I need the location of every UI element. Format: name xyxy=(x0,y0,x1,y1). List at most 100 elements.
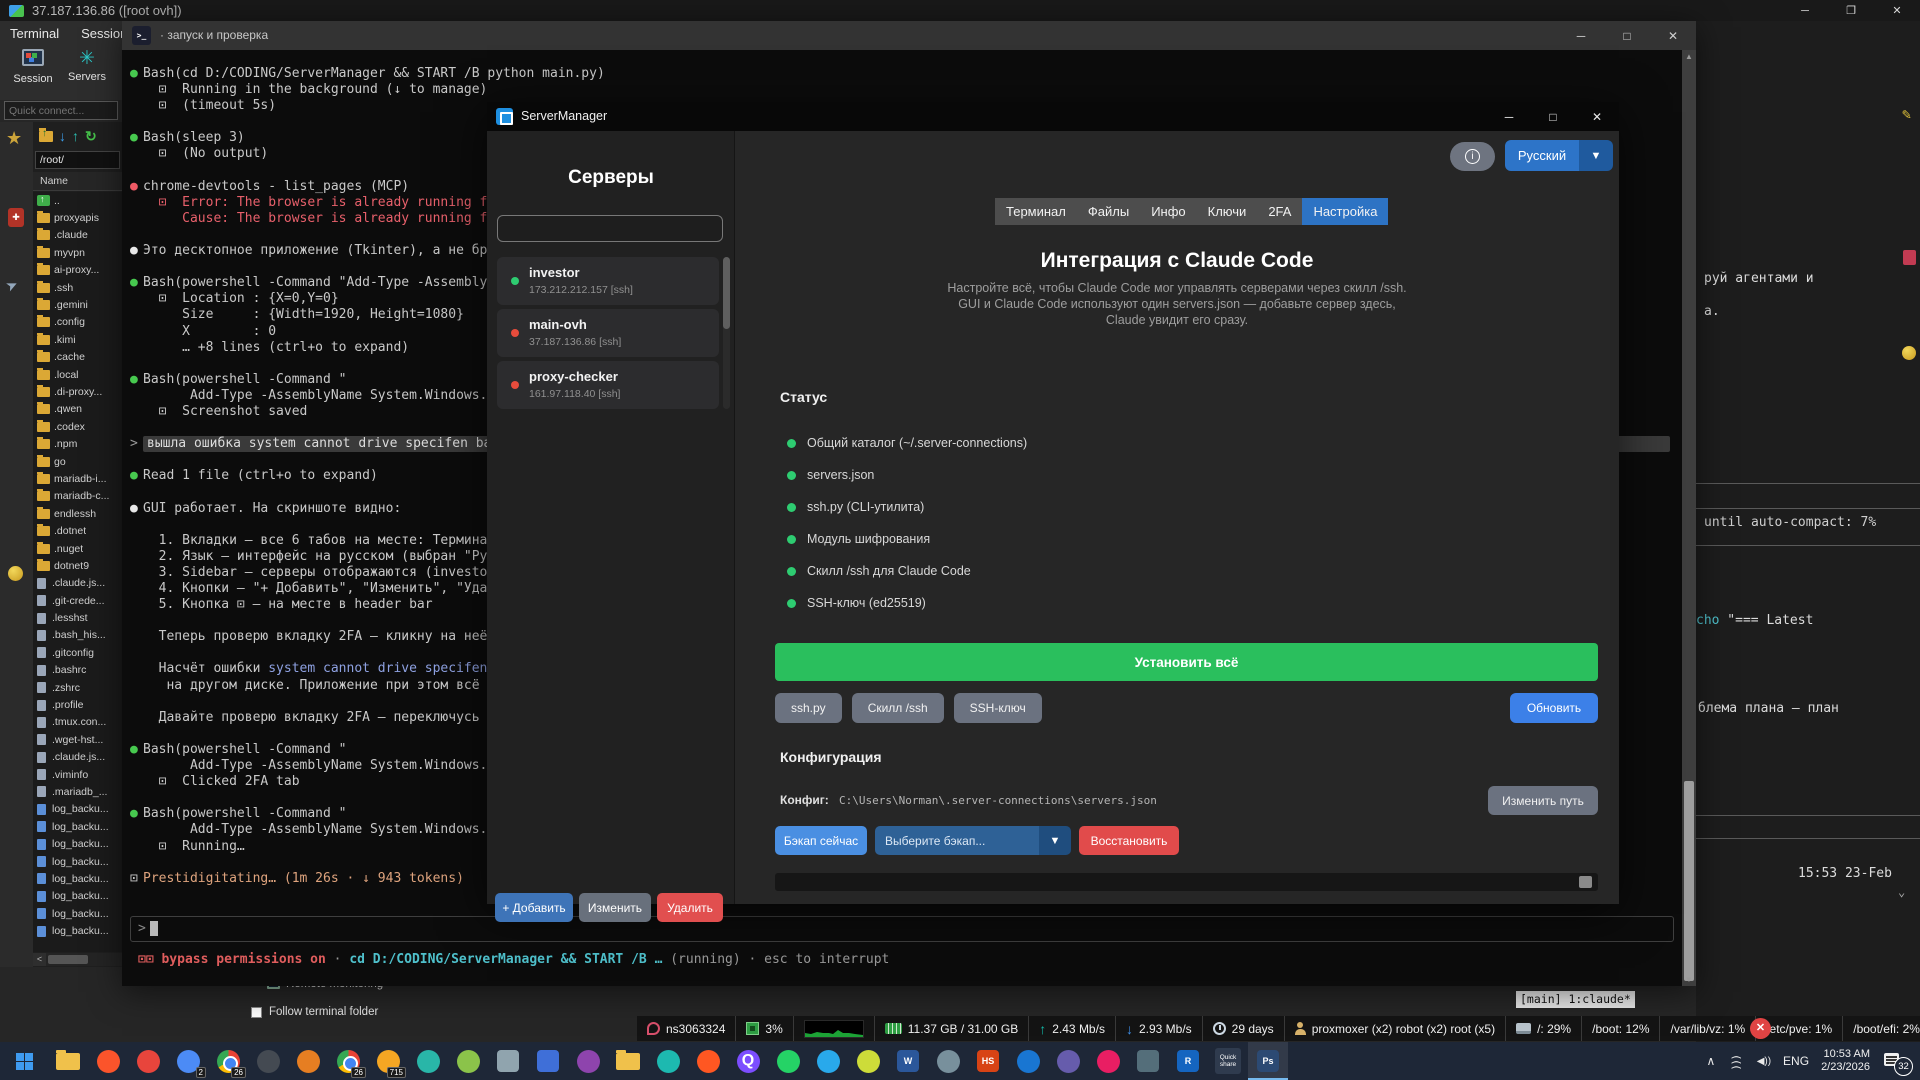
terminal-titlebar[interactable]: >_ · запуск и проверка ─ □ ✕ xyxy=(122,21,1696,50)
file-row[interactable]: .git-crede... xyxy=(33,592,122,609)
upload-icon[interactable]: ↑ xyxy=(72,128,79,144)
tab-терминал[interactable]: Терминал xyxy=(995,198,1077,225)
restore-button[interactable]: Восстановить xyxy=(1079,826,1179,855)
servermanager-titlebar[interactable]: ServerManager ─ □ ✕ xyxy=(487,102,1619,131)
scrollbar-thumb[interactable] xyxy=(1684,781,1694,981)
file-row[interactable]: endlessh xyxy=(33,505,122,522)
file-row[interactable]: .nuget xyxy=(33,540,122,557)
taskbar-app-app-teal-2[interactable] xyxy=(648,1042,688,1080)
servermanager-minimize-button[interactable]: ─ xyxy=(1487,102,1531,131)
file-row[interactable]: .viminfo xyxy=(33,766,122,783)
file-row[interactable]: log_backu... xyxy=(33,870,122,887)
tab-файлы[interactable]: Файлы xyxy=(1077,198,1140,225)
taskbar-app-app-teal[interactable] xyxy=(408,1042,448,1080)
taskbar-app-camera-app[interactable] xyxy=(1128,1042,1168,1080)
delete-server-button[interactable]: Удалить xyxy=(657,893,723,922)
taskbar-app-app-q[interactable]: Q xyxy=(728,1042,768,1080)
taskbar-app-chrome-orange[interactable]: 715 xyxy=(368,1042,408,1080)
file-row[interactable]: .dotnet xyxy=(33,522,122,539)
taskbar-app-viber[interactable] xyxy=(1048,1042,1088,1080)
name-column-header[interactable]: Name xyxy=(33,172,122,191)
taskbar-app-terminal-app[interactable] xyxy=(488,1042,528,1080)
file-row[interactable]: .cache xyxy=(33,349,122,366)
change-path-button[interactable]: Изменить путь xyxy=(1488,786,1598,815)
terminal-minimize-button[interactable]: ─ xyxy=(1558,21,1604,50)
taskbar-app-app-dark[interactable] xyxy=(248,1042,288,1080)
taskbar-app-app-r[interactable]: R xyxy=(1168,1042,1208,1080)
scroll-up-icon[interactable]: ▲ xyxy=(1682,50,1696,63)
terminal-close-button[interactable]: ✕ xyxy=(1650,21,1696,50)
pencil-icon[interactable]: ✎ xyxy=(1902,105,1911,123)
taskbar-app-whatsapp[interactable] xyxy=(768,1042,808,1080)
tab-2fa[interactable]: 2FA xyxy=(1257,198,1302,225)
taskbar-app-file-explorer[interactable] xyxy=(48,1042,88,1080)
file-row[interactable]: log_backu... xyxy=(33,835,122,852)
file-row[interactable]: log_backu... xyxy=(33,922,122,939)
mobaxterm-close-button[interactable]: ✕ xyxy=(1874,0,1920,21)
file-row[interactable]: mariadb-i... xyxy=(33,470,122,487)
folder-up-icon[interactable] xyxy=(39,127,53,142)
tmux-window-indicator[interactable]: [main] 1:claude* xyxy=(1516,991,1635,1008)
file-row[interactable]: log_backu... xyxy=(33,888,122,905)
taskbar-app-vlc[interactable] xyxy=(288,1042,328,1080)
games-ball-icon[interactable] xyxy=(8,566,23,581)
file-row[interactable]: .lesshst xyxy=(33,609,122,626)
file-row[interactable]: .kimi xyxy=(33,331,122,348)
hscroll-thumb[interactable] xyxy=(48,955,88,964)
file-row[interactable]: .zshrc xyxy=(33,679,122,696)
stats-close-icon[interactable]: ✕ xyxy=(1750,1018,1771,1039)
start-button[interactable] xyxy=(0,1042,48,1080)
tab-ключи[interactable]: Ключи xyxy=(1197,198,1258,225)
taskbar-app-app-gray[interactable] xyxy=(928,1042,968,1080)
session-button[interactable]: Session xyxy=(6,49,60,85)
file-row[interactable]: .claude.js... xyxy=(33,575,122,592)
mobaxterm-titlebar[interactable]: 37.187.136.86 ([root ovh]) ─ ❐ ✕ xyxy=(0,0,1920,21)
file-row[interactable]: dotnet9 xyxy=(33,557,122,574)
file-row[interactable]: .codex xyxy=(33,418,122,435)
file-row[interactable]: myvpn xyxy=(33,244,122,261)
macros-icon[interactable]: ➤ xyxy=(3,275,21,295)
notification-center[interactable]: 32 xyxy=(1882,1042,1916,1080)
tab-настройка[interactable]: Настройка xyxy=(1302,198,1389,225)
file-row[interactable]: .local xyxy=(33,366,122,383)
file-row[interactable]: .mariadb_... xyxy=(33,783,122,800)
file-row[interactable]: .wget-hst... xyxy=(33,731,122,748)
mobaxterm-minimize-button[interactable]: ─ xyxy=(1782,0,1828,21)
file-row[interactable]: .bashrc xyxy=(33,662,122,679)
taskbar-app-app-blue-2[interactable] xyxy=(1008,1042,1048,1080)
file-row[interactable]: .gitconfig xyxy=(33,644,122,661)
info-button[interactable]: i xyxy=(1450,142,1495,171)
taskbar-app-brave[interactable] xyxy=(88,1042,128,1080)
taskbar-app-telegram[interactable] xyxy=(808,1042,848,1080)
servermanager-close-button[interactable]: ✕ xyxy=(1575,102,1619,131)
edit-server-button[interactable]: Изменить xyxy=(579,893,651,922)
terminal-scrollbar[interactable]: ▲ ▼ xyxy=(1682,50,1696,986)
tab-инфо[interactable]: Инфо xyxy=(1140,198,1196,225)
file-row[interactable]: .profile xyxy=(33,696,122,713)
file-row[interactable]: .ssh xyxy=(33,279,122,296)
menu-item-terminal[interactable]: Terminal xyxy=(10,26,59,41)
file-row[interactable]: proxyapis xyxy=(33,209,122,226)
file-row[interactable]: .claude.js... xyxy=(33,749,122,766)
install-all-button[interactable]: Установить всё xyxy=(775,643,1598,681)
backup-now-button[interactable]: Бэкап сейчас xyxy=(775,826,867,855)
add-server-button[interactable]: + Добавить xyxy=(495,893,573,922)
chevron-down-icon[interactable]: ⌄ xyxy=(1898,885,1905,899)
file-row[interactable]: .tmux.con... xyxy=(33,714,122,731)
file-row[interactable]: .claude xyxy=(33,227,122,244)
server-card[interactable]: investor 173.212.212.157 [ssh] xyxy=(497,257,719,305)
right-edge-red-icon[interactable] xyxy=(1903,250,1916,265)
taskbar-app-chrome-2[interactable]: 26 xyxy=(328,1042,368,1080)
taskbar-app-word[interactable]: W xyxy=(888,1042,928,1080)
volume-icon[interactable]: ◀)) xyxy=(1757,1056,1771,1067)
refresh-icon[interactable]: ↻ xyxy=(85,128,97,145)
scroll-left-icon[interactable]: < xyxy=(33,953,46,966)
refresh-button[interactable]: Обновить xyxy=(1510,693,1598,723)
clock[interactable]: 10:53 AM 2/23/2026 xyxy=(1821,1048,1870,1074)
file-row[interactable]: .bash_his... xyxy=(33,627,122,644)
progress-thumb[interactable] xyxy=(1579,876,1592,888)
taskbar-app-app-lime[interactable] xyxy=(848,1042,888,1080)
file-list-hscrollbar[interactable]: < xyxy=(33,953,122,966)
follow-terminal-folder-row[interactable]: Follow terminal folder xyxy=(251,1006,378,1018)
file-row[interactable]: log_backu... xyxy=(33,853,122,870)
